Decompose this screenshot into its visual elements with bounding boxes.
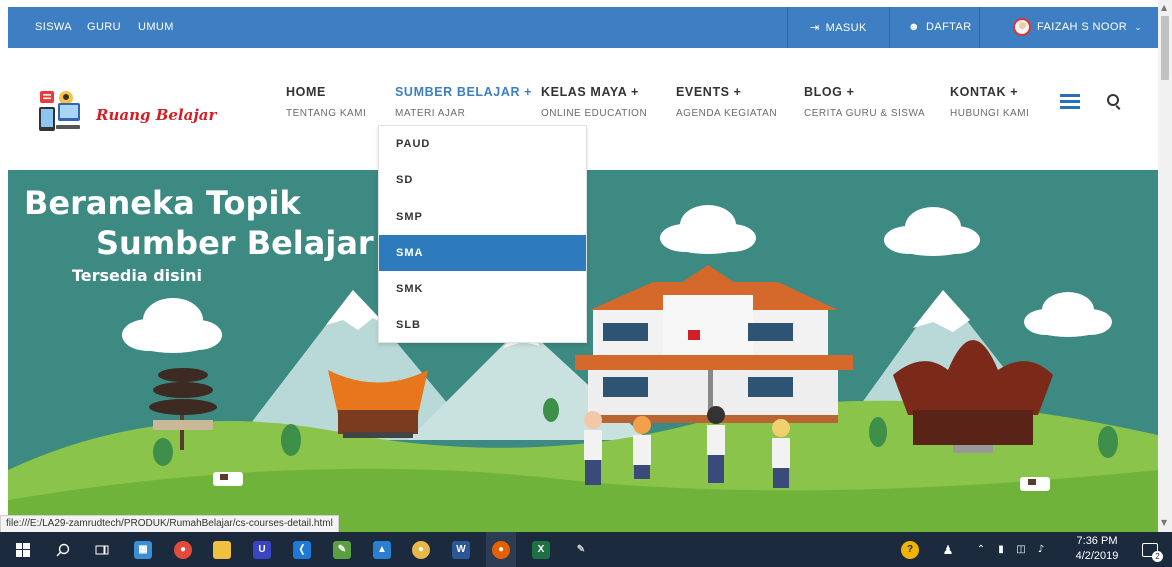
nav-title: KELAS MAYA + xyxy=(541,85,639,99)
logo-icon[interactable] xyxy=(38,89,82,136)
divider xyxy=(889,7,890,48)
nav-subtitle: AGENDA KEGIATAN xyxy=(676,108,778,119)
search-icon[interactable] xyxy=(48,532,78,567)
word-icon[interactable]: W xyxy=(446,532,476,567)
nav-home[interactable]: HOME TENTANG KAMI xyxy=(286,85,366,119)
nav-title: SUMBER BELAJAR + xyxy=(395,85,533,99)
vertical-scrollbar[interactable]: ▲ ▼ xyxy=(1158,0,1172,532)
status-url: file:///E:/LA29-zamrudtech/PRODUK/RumahB… xyxy=(0,515,339,533)
link-umum[interactable]: UMUM xyxy=(138,21,174,33)
nav-title: BLOG + xyxy=(804,85,855,99)
game-icon[interactable]: ● xyxy=(406,532,436,567)
divider xyxy=(979,7,980,48)
user-icon: ☻ xyxy=(908,21,920,33)
nav-title: HOME xyxy=(286,85,326,99)
browser-page: SISWA GURU UMUM ⇥ MASUK ☻ DAFTAR FAIZAH S … xyxy=(0,0,1172,567)
hero-subtitle: Tersedia disini xyxy=(72,266,203,285)
nav-subtitle: HUBUNGI KAMI xyxy=(950,108,1030,119)
logo-text[interactable]: Ruang Belajar xyxy=(96,106,216,124)
hero-title-line2: Sumber Belajar xyxy=(96,224,374,262)
nav-events[interactable]: EVENTS + AGENDA KEGIATAN xyxy=(676,85,777,119)
clock-time: 7:36 PM xyxy=(1076,535,1118,547)
volume-icon[interactable]: ♪ xyxy=(1032,532,1050,567)
battery-icon[interactable]: ▮ xyxy=(992,532,1010,567)
clock-date: 4/2/2019 xyxy=(1075,550,1119,562)
nav-title: EVENTS + xyxy=(676,85,742,99)
scroll-down-icon[interactable]: ▼ xyxy=(1161,518,1167,527)
nav-sumber-belajar[interactable]: SUMBER BELAJAR + MATERI AJAR xyxy=(395,85,532,119)
dropdown-item-sd[interactable]: SD xyxy=(379,162,586,198)
file-explorer-icon[interactable] xyxy=(207,532,237,567)
photos-icon[interactable]: ▲ xyxy=(367,532,397,567)
nav-kontak[interactable]: KONTAK + HUBUNGI KAMI xyxy=(950,85,1029,119)
user-name: FAIZAH S NOOR xyxy=(1037,21,1128,33)
dropdown-item-slb[interactable]: SLB xyxy=(379,307,586,343)
divider xyxy=(787,7,788,48)
avatar[interactable] xyxy=(1013,18,1031,36)
chevron-up-icon[interactable]: ⌃ xyxy=(972,532,990,567)
notification-icon[interactable]: 2 xyxy=(1136,532,1164,567)
clock[interactable]: 7:36 PM 4/2/2019 xyxy=(1072,534,1122,564)
login-link[interactable]: ⇥ MASUK xyxy=(810,21,867,34)
user-menu[interactable]: FAIZAH S NOOR ⌄ xyxy=(1037,21,1142,33)
sumber-belajar-dropdown: PAUD SD SMP SMA SMK SLB xyxy=(378,125,587,343)
help-icon[interactable]: ? xyxy=(898,532,922,567)
nav-subtitle: MATERI AJAR xyxy=(395,108,466,119)
top-bar: SISWA GURU UMUM ⇥ MASUK ☻ DAFTAR FAIZAH S … xyxy=(8,7,1158,48)
search-icon[interactable] xyxy=(1107,94,1119,106)
notification-count: 2 xyxy=(1152,550,1163,562)
nav-title: KONTAK + xyxy=(950,85,1019,99)
dropdown-item-sma[interactable]: SMA xyxy=(379,234,586,272)
dropdown-item-paud[interactable]: PAUD xyxy=(379,126,586,162)
paint3d-icon[interactable]: ✎ xyxy=(566,532,596,567)
link-siswa[interactable]: SISWA xyxy=(35,21,72,33)
nav-blog[interactable]: BLOG + CERITA GURU & SISWA xyxy=(804,85,925,119)
hero-title-line1: Beraneka Topik xyxy=(24,184,301,222)
register-link[interactable]: ☻ DAFTAR xyxy=(908,21,972,33)
firefox-icon[interactable]: ● xyxy=(486,532,516,567)
login-label: MASUK xyxy=(825,22,867,34)
people-icon[interactable]: ♟ xyxy=(936,532,960,567)
excel-icon[interactable]: X xyxy=(526,532,556,567)
windows-start-icon[interactable] xyxy=(8,532,38,567)
windows-taskbar: ▦ ● U ❬ ✎ ▲ ● W ● X ✎ ? ♟ ⌃ ▮ ◫ ♪ 7:36 P… xyxy=(0,532,1172,567)
link-guru[interactable]: GURU xyxy=(87,21,121,33)
scrollbar-thumb[interactable] xyxy=(1161,16,1169,80)
vscode-icon[interactable]: ❬ xyxy=(287,532,317,567)
task-view-icon[interactable] xyxy=(87,532,117,567)
nav-subtitle: CERITA GURU & SISWA xyxy=(804,108,926,119)
network-app-icon[interactable]: ▦ xyxy=(128,532,158,567)
menu-icon[interactable] xyxy=(1060,94,1080,112)
scroll-up-icon[interactable]: ▲ xyxy=(1161,3,1167,12)
nav-kelas-maya[interactable]: KELAS MAYA + ONLINE EDUCATION xyxy=(541,85,647,119)
register-label: DAFTAR xyxy=(925,21,972,33)
paint-icon[interactable]: ✎ xyxy=(327,532,357,567)
chevron-down-icon: ⌄ xyxy=(1134,23,1142,32)
nav-subtitle: ONLINE EDUCATION xyxy=(541,108,648,119)
nav-subtitle: TENTANG KAMI xyxy=(286,108,367,119)
login-icon: ⇥ xyxy=(810,22,820,34)
dropdown-item-smp[interactable]: SMP xyxy=(379,199,586,235)
chrome-icon[interactable]: ● xyxy=(168,532,198,567)
dropdown-item-smk[interactable]: SMK xyxy=(379,271,586,307)
wifi-icon[interactable]: ◫ xyxy=(1012,532,1030,567)
app-u-icon[interactable]: U xyxy=(247,532,277,567)
